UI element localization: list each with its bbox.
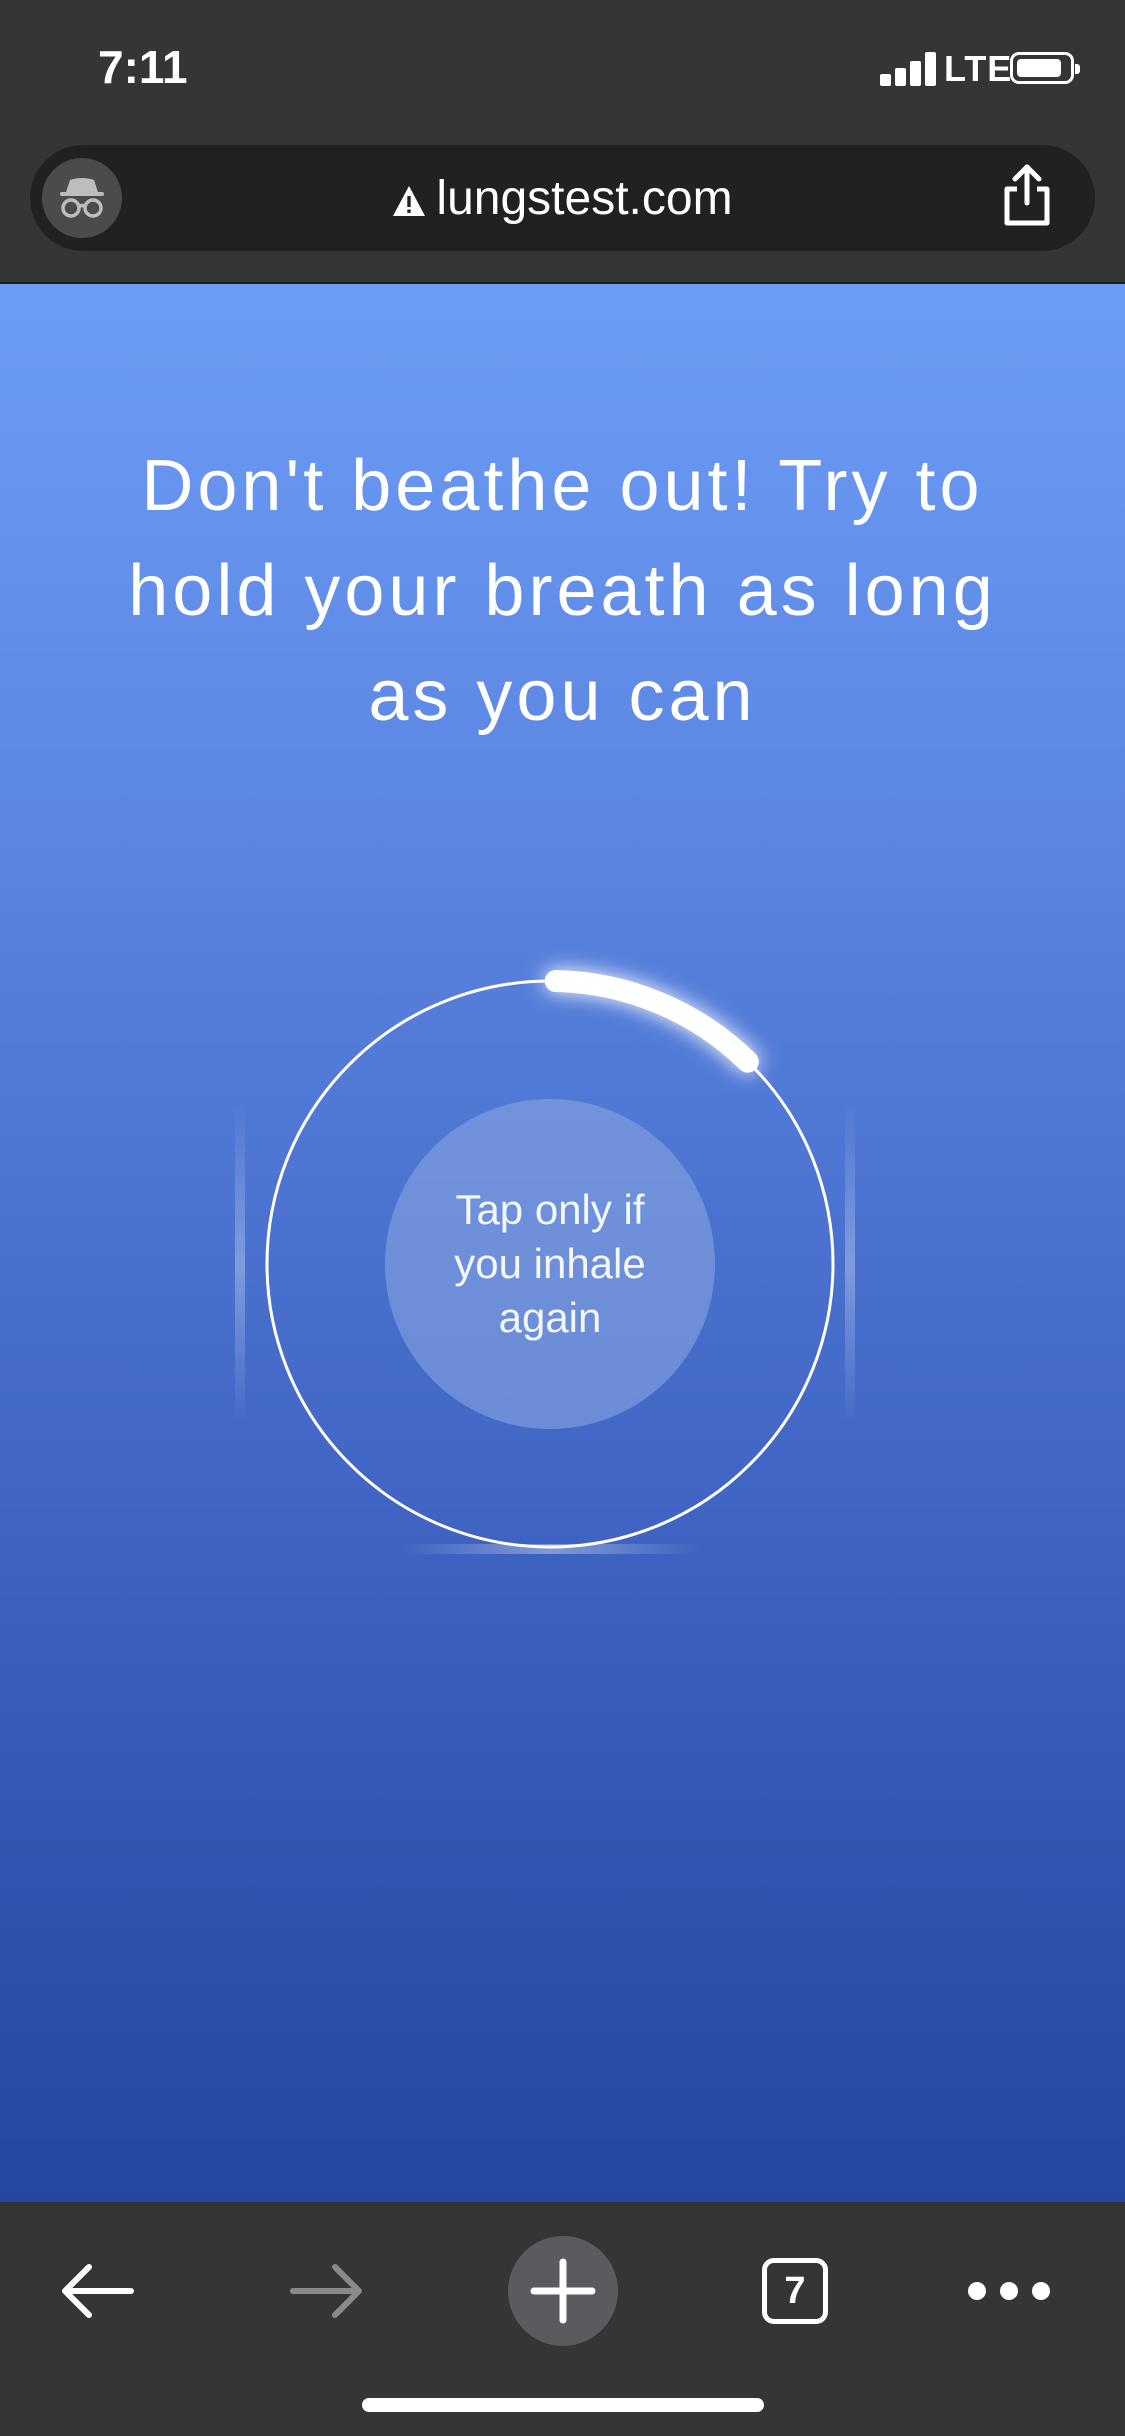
network-type: LTE bbox=[944, 48, 1013, 89]
test-screen: Don't beathe out! Try to hold your breat… bbox=[0, 284, 1125, 2202]
plus-icon bbox=[530, 2258, 596, 2324]
tap-inhale-button[interactable]: Tap only if you inhale again bbox=[385, 1099, 715, 1429]
progress-arc bbox=[544, 970, 759, 1073]
tab-count: 7 bbox=[762, 2258, 828, 2324]
forward-arrow-icon[interactable] bbox=[272, 2236, 382, 2346]
address-bar[interactable]: lungstest.com bbox=[30, 145, 1095, 251]
browser-toolbar: 7 bbox=[0, 2202, 1125, 2436]
share-icon[interactable] bbox=[999, 163, 1055, 229]
tabs-button[interactable]: 7 bbox=[740, 2236, 850, 2346]
new-tab-button[interactable] bbox=[508, 2236, 618, 2346]
signal-icon bbox=[880, 52, 936, 86]
breath-timer: Tap only if you inhale again bbox=[230, 944, 870, 1584]
home-indicator bbox=[362, 2398, 764, 2412]
url-text[interactable]: lungstest.com bbox=[436, 171, 732, 226]
instruction-heading: Don't beathe out! Try to hold your breat… bbox=[128, 446, 997, 736]
battery-icon bbox=[1010, 52, 1080, 84]
status-bar: 7:11 LTE bbox=[0, 0, 1125, 140]
status-time: 7:11 bbox=[98, 41, 188, 93]
back-arrow-icon[interactable] bbox=[42, 2236, 152, 2346]
more-dots-icon[interactable] bbox=[954, 2236, 1064, 2346]
tap-inhale-label: Tap only if you inhale again bbox=[454, 1186, 646, 1341]
warning-triangle-icon bbox=[393, 186, 426, 216]
